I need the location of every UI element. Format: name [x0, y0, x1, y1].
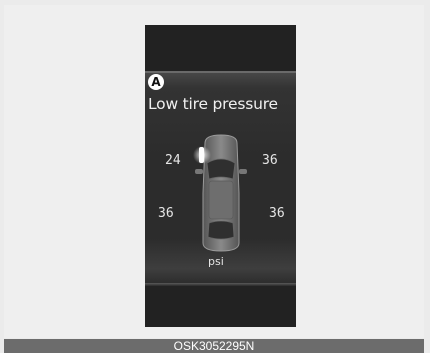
tire-pressure-front-left: 24 — [165, 153, 181, 168]
car-top-view-icon — [193, 134, 247, 252]
tire-pressure-front-right: 36 — [262, 153, 278, 168]
image-caption: OSK3052295N — [4, 339, 424, 353]
panel-bottom-edge — [145, 283, 296, 286]
figure-frame: A Low tire pressure 24 36 36 36 psi — [4, 5, 424, 338]
pressure-unit: psi — [208, 255, 224, 268]
instrument-cluster-display: A Low tire pressure 24 36 36 36 psi — [145, 25, 296, 327]
panel-top-edge — [145, 71, 296, 73]
warning-title: Low tire pressure — [148, 95, 278, 113]
tire-pressure-rear-right: 36 — [269, 206, 285, 221]
tire-pressure-rear-left: 36 — [158, 206, 174, 221]
callout-marker: A — [148, 74, 164, 90]
